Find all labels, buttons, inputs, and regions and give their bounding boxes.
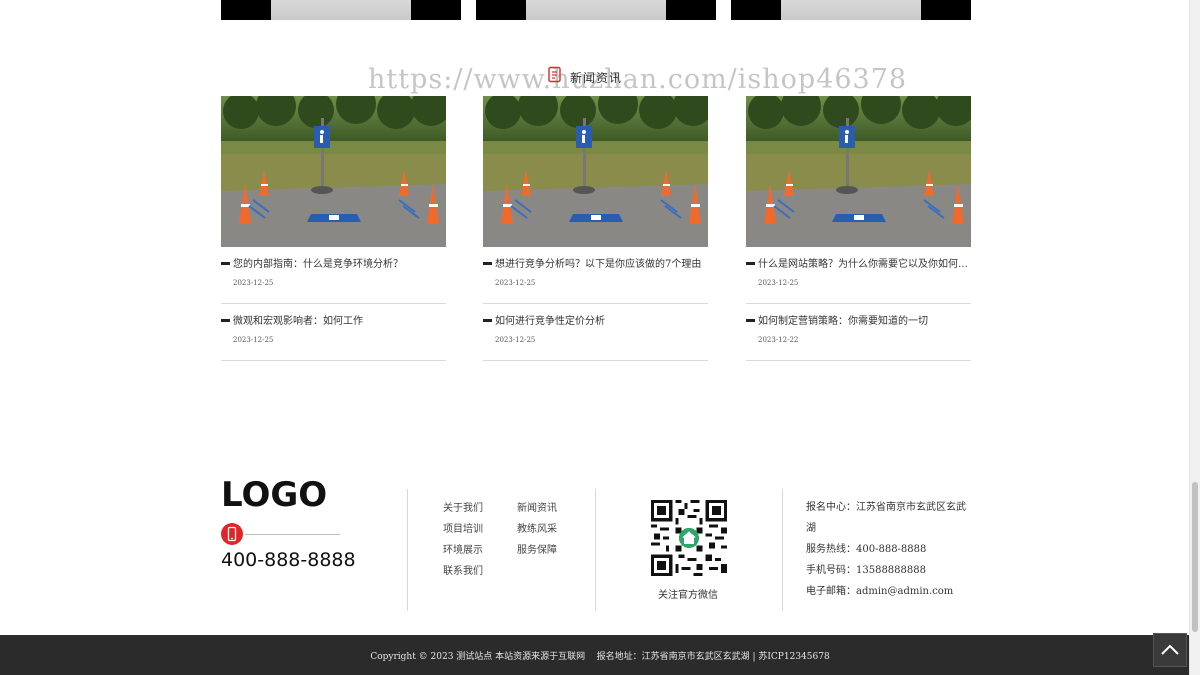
news-column-3: 什么是网站策略？为什么你需要它以及你如何… 2023-12-25 如何制定营销策… [746, 96, 971, 361]
scrollbar-thumb[interactable] [1192, 482, 1198, 632]
divider [595, 489, 596, 611]
list-item[interactable]: 什么是网站策略？为什么你需要它以及你如何… 2023-12-25 [746, 247, 971, 304]
watermark-text: https://www.huzhan.com/ishop46378 [368, 64, 908, 95]
news-title[interactable]: 想进行竞争分析吗？以下是你应该做的7个理由 [495, 255, 708, 270]
news-title[interactable]: 您的内部指南：什么是竞争环境分析？ [233, 255, 446, 270]
footer-link-environment[interactable]: 环境展示 [443, 541, 483, 556]
bullet-bar [746, 262, 755, 265]
footer-link-contact[interactable]: 联系我们 [443, 562, 483, 577]
divider [782, 489, 783, 611]
news-column-2: 想进行竞争分析吗？以下是你应该做的7个理由 2023-12-25 如何进行竞争性… [483, 96, 708, 361]
list-item[interactable]: 微观和宏观影响者：如何工作 2023-12-25 [221, 304, 446, 361]
divider [245, 534, 340, 535]
footer-link-about[interactable]: 关于我们 [443, 499, 483, 514]
footer-hotline: 400-888-8888 [221, 549, 356, 571]
news-title[interactable]: 微观和宏观影响者：如何工作 [233, 312, 446, 327]
news-column-1: 您的内部指南：什么是竞争环境分析？ 2023-12-25 微观和宏观影响者：如何… [221, 96, 446, 361]
gallery-image-2[interactable] [476, 0, 716, 20]
list-item[interactable]: 如何制定营销策略：你需要知道的一切 2023-12-22 [746, 304, 971, 361]
bullet-bar [483, 319, 492, 322]
document-icon [546, 66, 564, 88]
news-date: 2023-12-25 [495, 279, 536, 287]
news-date: 2023-12-25 [233, 279, 274, 287]
bullet-bar [221, 262, 230, 265]
news-title[interactable]: 什么是网站策略？为什么你需要它以及你如何… [758, 255, 971, 270]
contact-service-hotline: 服务热线：400-888-8888 [806, 544, 927, 555]
bullet-bar [746, 319, 755, 322]
section-title: 新闻资讯 [570, 70, 623, 85]
divider [407, 489, 408, 611]
mobile-phone-icon [221, 523, 243, 545]
gallery-image-3[interactable] [731, 0, 971, 20]
footer-logo[interactable]: LOGO [221, 475, 327, 515]
page-scrollbar[interactable] [1189, 0, 1200, 675]
footer-link-news[interactable]: 新闻资讯 [517, 499, 557, 514]
gallery-image-1[interactable] [221, 0, 461, 20]
list-item[interactable]: 您的内部指南：什么是竞争环境分析？ 2023-12-25 [221, 247, 446, 304]
news-date: 2023-12-25 [495, 336, 536, 344]
contact-address: 报名中心：江苏省南京市玄武区玄武湖 [806, 502, 966, 534]
qr-code [651, 500, 727, 576]
news-image-1[interactable] [221, 96, 446, 247]
list-item[interactable]: 如何进行竞争性定价分析 2023-12-25 [483, 304, 708, 361]
contact-mobile: 手机号码：13588888888 [806, 565, 926, 576]
chevron-up-icon [1161, 644, 1179, 655]
footer-link-coaches[interactable]: 教练风采 [517, 520, 557, 535]
bullet-bar [483, 262, 492, 265]
news-section-heading: 新闻资讯 [546, 66, 623, 88]
copyright-text: Copyright © 2023 测试站点 本站资源来源于互联网 报名地址：江苏… [370, 652, 830, 662]
footer-link-service[interactable]: 服务保障 [517, 541, 557, 556]
contact-email: 电子邮箱：admin@admin.com [806, 586, 954, 597]
news-image-2[interactable] [483, 96, 708, 247]
footer-link-training[interactable]: 项目培训 [443, 520, 483, 535]
news-title[interactable]: 如何进行竞争性定价分析 [495, 312, 708, 327]
qr-caption: 关注官方微信 [658, 590, 718, 601]
news-title[interactable]: 如何制定营销策略：你需要知道的一切 [758, 312, 971, 327]
bullet-bar [221, 319, 230, 322]
list-item[interactable]: 想进行竞争分析吗？以下是你应该做的7个理由 2023-12-25 [483, 247, 708, 304]
news-date: 2023-12-25 [233, 336, 274, 344]
news-date: 2023-12-25 [758, 279, 799, 287]
contact-info: 报名中心：江苏省南京市玄武区玄武湖 服务热线：400-888-8888 手机号码… [806, 497, 971, 602]
back-to-top-button[interactable] [1153, 633, 1187, 667]
news-image-3[interactable] [746, 96, 971, 247]
news-date: 2023-12-22 [758, 336, 799, 344]
